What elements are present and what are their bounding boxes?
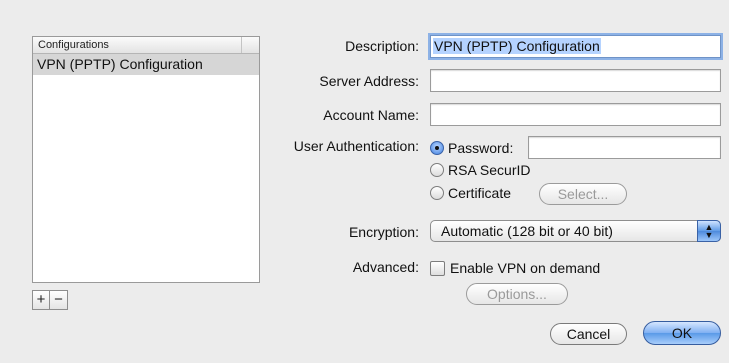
auth-option-rsa-securid[interactable]: RSA SecurID [430,162,530,178]
configurations-list[interactable]: Configurations VPN (PPTP) Configuration [32,36,260,283]
server-address-field[interactable] [430,69,721,92]
auth-option-certificate[interactable]: Certificate [430,185,511,201]
vpn-on-demand-checkbox[interactable] [430,260,445,276]
description-field[interactable]: VPN (PPTP) Configuration [430,35,721,58]
account-name-label: Account Name: [323,107,419,123]
vpn-on-demand-label: Enable VPN on demand [450,260,601,276]
add-configuration-button[interactable]: + [32,290,50,310]
vpn-on-demand-option[interactable]: Enable VPN on demand [430,260,600,276]
certificate-radio[interactable] [430,186,444,200]
password-radio-label: Password: [448,140,514,156]
ok-button[interactable]: OK [643,321,721,345]
advanced-label: Advanced: [352,259,419,275]
rsa-securid-label: RSA SecurID [448,162,531,178]
password-field[interactable] [528,136,721,159]
description-value: VPN (PPTP) Configuration [433,38,601,54]
list-buttons: + − [32,290,68,310]
encryption-popup[interactable]: Automatic (128 bit or 40 bit) ▲ ▼ [430,220,721,242]
encryption-label: Encryption: [348,224,419,240]
user-authentication-label: User Authentication: [293,138,419,154]
server-address-label: Server Address: [319,73,419,89]
description-label: Description: [345,38,419,54]
password-radio[interactable] [430,141,444,155]
list-item[interactable]: VPN (PPTP) Configuration [33,54,259,75]
select-certificate-button[interactable]: Select... [539,183,627,205]
cancel-button[interactable]: Cancel [550,323,627,345]
certificate-label: Certificate [448,185,512,201]
rsa-securid-radio[interactable] [430,163,444,177]
popup-arrows-icon: ▲ ▼ [697,220,721,242]
account-name-field[interactable] [430,103,721,126]
remove-configuration-button[interactable]: − [50,290,68,310]
encryption-value: Automatic (128 bit or 40 bit) [441,223,613,239]
options-button[interactable]: Options... [466,283,568,305]
configurations-header[interactable]: Configurations [33,37,259,54]
auth-option-password[interactable]: Password: [430,140,513,156]
